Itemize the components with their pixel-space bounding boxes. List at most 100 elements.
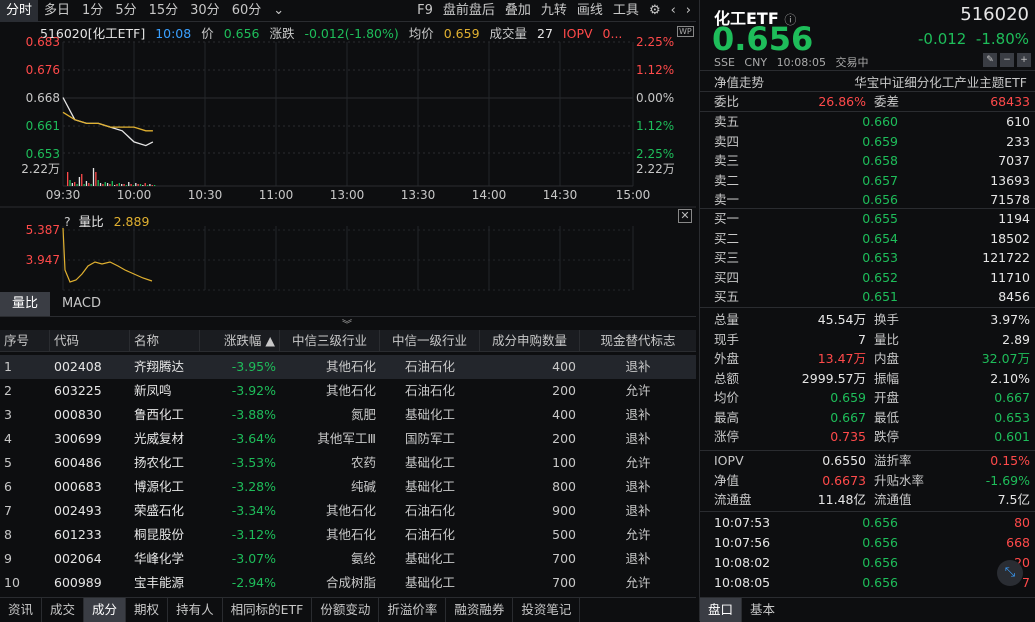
table-row[interactable]: 8 601233 桐昆股份 -3.12% 其他石化 石油石化 500 允许 bbox=[0, 523, 696, 547]
iopv-value: -1.69% bbox=[985, 472, 1030, 488]
tick-volume: 7 bbox=[1022, 575, 1030, 590]
ask-row[interactable]: 卖五 0.660 610 bbox=[700, 112, 1035, 132]
trading-status: 交易中 bbox=[835, 56, 869, 69]
stat-value: 0.653 bbox=[994, 409, 1030, 425]
table-row[interactable]: 1 002408 齐翔腾达 -3.95% 其他石化 石油石化 400 退补 bbox=[0, 355, 696, 379]
volume-bar bbox=[81, 174, 83, 186]
col-citic3[interactable]: 中信三级行业 bbox=[280, 330, 380, 352]
table-row[interactable]: 4 300699 光威复材 -3.64% 其他军工Ⅲ 国防军工 200 退补 bbox=[0, 427, 696, 451]
minus-icon[interactable]: − bbox=[1000, 53, 1014, 67]
left-panel: 分时 多日 1分 5分 15分 30分 60分 ⌄ F9 盘前盘后 叠加 九转 … bbox=[0, 0, 696, 622]
col-citic1[interactable]: 中信一级行业 bbox=[380, 330, 480, 352]
volume-bar bbox=[92, 168, 95, 186]
table-row[interactable]: 2 603225 新凤鸣 -3.92% 其他石化 石油石化 200 允许 bbox=[0, 379, 696, 403]
iopv-label: 净值 bbox=[714, 472, 740, 488]
row-qty: 500 bbox=[552, 527, 576, 542]
stat-value: 7 bbox=[858, 331, 866, 347]
tick-price: 0.656 bbox=[862, 555, 898, 570]
tab-volume-ratio[interactable]: 量比 bbox=[0, 292, 51, 316]
table-row[interactable]: 9 002064 华峰化学 -3.07% 氨纶 基础化工 700 退补 bbox=[0, 547, 696, 571]
tab-margin[interactable]: 融资融券 bbox=[446, 598, 514, 622]
tab-macd[interactable]: MACD bbox=[50, 292, 113, 316]
ask-level: 卖二 bbox=[714, 172, 740, 188]
bid-level: 买一 bbox=[714, 211, 740, 226]
nav-trend-link[interactable]: 净值走势 bbox=[714, 72, 764, 91]
bid-row[interactable]: 买二 0.654 18502 bbox=[700, 229, 1035, 249]
volume-bar bbox=[130, 184, 132, 186]
bid-row[interactable]: 买五 0.651 8456 bbox=[700, 287, 1035, 307]
volume-bar bbox=[151, 185, 153, 186]
tab-holders[interactable]: 持有人 bbox=[168, 598, 223, 622]
bid-row[interactable]: 买四 0.652 11710 bbox=[700, 268, 1035, 288]
row-citic3: 其他石化 bbox=[325, 503, 376, 518]
row-qty: 700 bbox=[552, 551, 576, 566]
row-citic3: 氮肥 bbox=[350, 407, 376, 422]
meta-line: SSE CNY 10:08:05 交易中 bbox=[714, 54, 868, 70]
ask-level: 卖三 bbox=[714, 153, 740, 168]
tab-notes[interactable]: 投资笔记 bbox=[513, 598, 581, 622]
bid-row[interactable]: 买三 0.653 121722 bbox=[700, 248, 1035, 268]
close-icon[interactable]: ✕ bbox=[678, 209, 692, 223]
row-index: 7 bbox=[4, 503, 12, 518]
tab-trades[interactable]: 成交 bbox=[42, 598, 85, 622]
change-amount: -0.012 bbox=[918, 30, 967, 48]
divider bbox=[700, 70, 1035, 71]
sub-indicator-value: 2.889 bbox=[113, 214, 150, 229]
right-panel: 化工ETF ⓘ 516020 0.656 -0.012 -1.80% SSE C… bbox=[699, 0, 1035, 622]
bid-price: 0.655 bbox=[862, 211, 898, 226]
volume-bar bbox=[118, 183, 120, 186]
col-qty[interactable]: 成分申购数量 bbox=[480, 330, 580, 352]
table-row[interactable]: 10 600989 宝丰能源 -2.94% 合成树脂 基础化工 700 允许 bbox=[0, 571, 696, 595]
tick-time: 10:07:56 bbox=[714, 535, 771, 550]
table-row[interactable]: 3 000830 鲁西化工 -3.88% 氮肥 基础化工 400 退补 bbox=[0, 403, 696, 427]
sub-indicator-name: 量比 bbox=[78, 214, 104, 229]
help-icon[interactable]: ? bbox=[64, 214, 71, 229]
tab-same-etf[interactable]: 相同标的ETF bbox=[223, 598, 313, 622]
row-citic1: 基础化工 bbox=[404, 551, 455, 566]
volume-bar bbox=[114, 185, 116, 186]
row-change: -3.64% bbox=[231, 431, 276, 446]
volume-bar bbox=[144, 183, 146, 186]
row-index: 3 bbox=[4, 407, 12, 422]
divider bbox=[700, 307, 1035, 308]
col-change[interactable]: 涨跌幅 ▲ bbox=[200, 330, 280, 352]
collapse-icon[interactable]: ︾ bbox=[342, 316, 352, 331]
volume-bar bbox=[137, 184, 139, 186]
edit-icon[interactable]: ✎ bbox=[983, 53, 997, 67]
expand-icon[interactable]: ⤡ bbox=[997, 560, 1023, 586]
ask-row[interactable]: 卖三 0.658 7037 bbox=[700, 151, 1035, 171]
row-change: -3.07% bbox=[231, 551, 276, 566]
last-price: 0.656 bbox=[712, 20, 814, 58]
tab-premium[interactable]: 折溢价率 bbox=[379, 598, 447, 622]
col-cash-flag[interactable]: 现金替代标志 bbox=[580, 330, 696, 352]
tab-options[interactable]: 期权 bbox=[126, 598, 169, 622]
col-index[interactable]: 序号 bbox=[0, 330, 50, 352]
row-code: 000830 bbox=[54, 407, 102, 422]
bid-row[interactable]: 买一 0.655 1194 bbox=[700, 209, 1035, 229]
volume-bar bbox=[88, 183, 90, 186]
table-header: 序号 代码 名称 涨跌幅 ▲ 中信三级行业 中信一级行业 成分申购数量 现金替代… bbox=[0, 330, 696, 352]
ask-row[interactable]: 卖二 0.657 13693 bbox=[700, 171, 1035, 191]
iopv-value: 0.6673 bbox=[822, 472, 866, 488]
row-qty: 200 bbox=[552, 431, 576, 446]
tab-constituents[interactable]: 成分 bbox=[84, 598, 127, 622]
row-citic3: 其他石化 bbox=[325, 527, 376, 542]
sort-up-icon: ▲ bbox=[261, 333, 275, 348]
table-row[interactable]: 7 002493 荣盛石化 -3.34% 其他石化 石油石化 900 退补 bbox=[0, 499, 696, 523]
plus-icon[interactable]: + bbox=[1017, 53, 1031, 67]
table-row[interactable]: 6 000683 博源化工 -3.28% 纯碱 基础化工 800 退补 bbox=[0, 475, 696, 499]
col-name[interactable]: 名称 bbox=[130, 330, 200, 352]
x-tick-label: 13:30 bbox=[401, 188, 436, 202]
tab-order-book[interactable]: 盘口 bbox=[700, 598, 743, 622]
tab-news[interactable]: 资讯 bbox=[0, 598, 43, 622]
tab-basic[interactable]: 基本 bbox=[742, 598, 783, 622]
ask-row[interactable]: 卖四 0.659 233 bbox=[700, 132, 1035, 152]
ask-row[interactable]: 卖一 0.656 71578 bbox=[700, 190, 1035, 210]
stat-label: 开盘 bbox=[874, 390, 900, 405]
table-row[interactable]: 5 600486 扬农化工 -3.53% 农药 基础化工 100 允许 bbox=[0, 451, 696, 475]
row-name: 博源化工 bbox=[134, 479, 185, 494]
col-code[interactable]: 代码 bbox=[50, 330, 130, 352]
y-tick-label: 0.683 bbox=[26, 35, 60, 49]
tab-share-change[interactable]: 份额变动 bbox=[312, 598, 380, 622]
ask-volume: 13693 bbox=[990, 172, 1030, 188]
